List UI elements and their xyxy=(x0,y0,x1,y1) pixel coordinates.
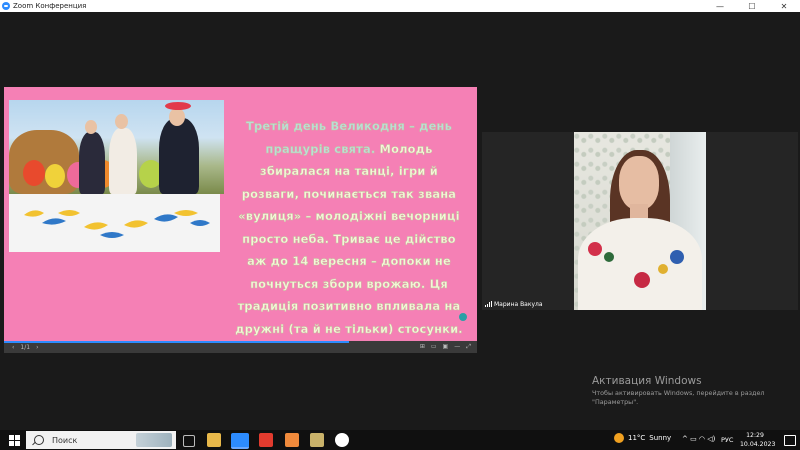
search-label: Поиск xyxy=(52,435,78,445)
minimize-button[interactable]: — xyxy=(704,0,736,12)
participant-video xyxy=(574,132,706,310)
ukrainian-ornament xyxy=(24,210,210,238)
maximize-button[interactable]: ☐ xyxy=(736,0,768,12)
slide-tools: ⊞ ▭ ▣ — ⤢ xyxy=(420,343,471,351)
participant-name: Марина Вакула xyxy=(494,300,543,308)
flower-wreath xyxy=(165,102,191,110)
slide-text-line: збиралася на танці, ігри й xyxy=(260,164,438,178)
yandex-browser-icon[interactable] xyxy=(259,433,273,447)
embroidered-shirt xyxy=(578,218,702,310)
slide-text-block: Третій день Великодня – день пращурів свя… xyxy=(226,115,472,340)
slide-progress-bar xyxy=(4,341,350,343)
windows-activation-watermark: Активация Windows Чтобы активировать Win… xyxy=(592,375,764,407)
slideshow-button[interactable]: ▣ xyxy=(443,343,449,351)
clock-date: 10.04.2023 xyxy=(740,441,776,448)
notification-icon[interactable] xyxy=(784,435,796,446)
zoom-out-button[interactable]: — xyxy=(454,343,460,351)
egg-shape xyxy=(45,164,65,188)
weather-desc: Sunny xyxy=(649,434,672,442)
window-title: Zoom Конференция xyxy=(13,2,87,10)
app-icon[interactable] xyxy=(285,433,299,447)
slide-text-line: просто неба. Триває це дійство xyxy=(242,231,456,246)
embroidery-flower xyxy=(634,272,650,288)
shared-screen-slide[interactable]: Третій день Великодня – день пращурів свя… xyxy=(4,87,477,341)
taskbar-clock[interactable]: 12:29 10.04.2023 xyxy=(740,431,776,449)
egg-shape xyxy=(23,160,45,186)
language-indicator[interactable]: РУС xyxy=(721,436,733,444)
next-slide-button[interactable]: › xyxy=(36,344,38,351)
basket-shape xyxy=(9,130,79,194)
slide-text-line: «вулиця» – молодіжні вечорниці xyxy=(238,209,460,223)
pointer-cursor-icon xyxy=(459,313,467,321)
grid-view-button[interactable]: ⊞ xyxy=(420,343,425,351)
slide-text-line: Третій день Великодня – день xyxy=(246,119,452,133)
slide-text-line: пращурів свята. Молодь xyxy=(265,141,433,156)
window-controls: — ☐ ✕ xyxy=(704,0,800,12)
zoom-logo-icon xyxy=(2,2,10,10)
slide-text-line: аж до 14 вересня – допоки не xyxy=(247,254,451,268)
participant-video-tile[interactable]: Марина Вакула xyxy=(482,132,798,310)
app-icon[interactable] xyxy=(310,433,324,447)
activation-line2: "Параметры". xyxy=(592,398,639,406)
slide-text-line: розваги, починається так звана xyxy=(241,186,457,201)
participant-face xyxy=(619,156,659,210)
screen-button[interactable]: ▭ xyxy=(431,343,437,351)
dancer-face xyxy=(85,120,97,134)
slide-counter: 1/1 xyxy=(20,343,31,351)
embroidery-flower xyxy=(670,250,684,264)
dancer-figure xyxy=(109,128,137,194)
activation-line1: Чтобы активировать Windows, перейдите в … xyxy=(592,389,765,397)
start-button[interactable] xyxy=(6,432,22,448)
weather-widget[interactable]: 11°C Sunny xyxy=(614,433,671,443)
taskbar-search[interactable]: Поиск xyxy=(26,431,176,449)
participant-name-tag: Марина Вакула xyxy=(485,299,543,309)
sun-icon xyxy=(614,433,624,443)
search-icon xyxy=(34,435,44,445)
search-highlight-image xyxy=(136,433,172,447)
embroidery-leaf xyxy=(604,252,614,262)
dancer-figure xyxy=(79,132,105,194)
slide-text-line: почнуться збори врожаю. Ця xyxy=(250,276,448,291)
title-bar: Zoom Конференция — ☐ ✕ xyxy=(0,0,800,12)
file-explorer-icon[interactable] xyxy=(207,433,221,447)
clock-time: 12:29 xyxy=(746,432,764,439)
slide-toolbar: ‹ 1/1 › ⊞ ▭ ▣ — ⤢ xyxy=(4,341,477,353)
dancer-face xyxy=(169,108,185,126)
yandex-icon[interactable] xyxy=(335,433,349,447)
embroidery-leaf xyxy=(658,264,668,274)
fullscreen-button[interactable]: ⤢ xyxy=(466,343,471,351)
slide-nav: ‹ 1/1 › xyxy=(12,344,38,351)
dancer-figure xyxy=(159,118,199,194)
signal-bars-icon xyxy=(485,301,492,307)
zoom-taskbar-icon[interactable] xyxy=(231,433,249,449)
prev-slide-button[interactable]: ‹ xyxy=(12,344,14,351)
weather-temp: 11°C xyxy=(628,434,646,442)
windows-taskbar: Поиск 11°C Sunny ^ ▭ ◠ ◁) РУС 12:29 10.0… xyxy=(0,430,800,450)
task-view-icon[interactable] xyxy=(183,435,195,447)
close-button[interactable]: ✕ xyxy=(768,0,800,12)
system-tray-icons[interactable]: ^ ▭ ◠ ◁) xyxy=(682,435,715,443)
dancer-face xyxy=(115,114,128,129)
slide-text-line: дружні (та й не тільки) стосунки. xyxy=(235,321,463,336)
activation-title: Активация Windows xyxy=(592,375,702,387)
easter-folk-photo xyxy=(9,100,224,194)
slide-text-line: традиція позитивно впливала на xyxy=(237,299,461,313)
embroidery-flower xyxy=(588,242,602,256)
